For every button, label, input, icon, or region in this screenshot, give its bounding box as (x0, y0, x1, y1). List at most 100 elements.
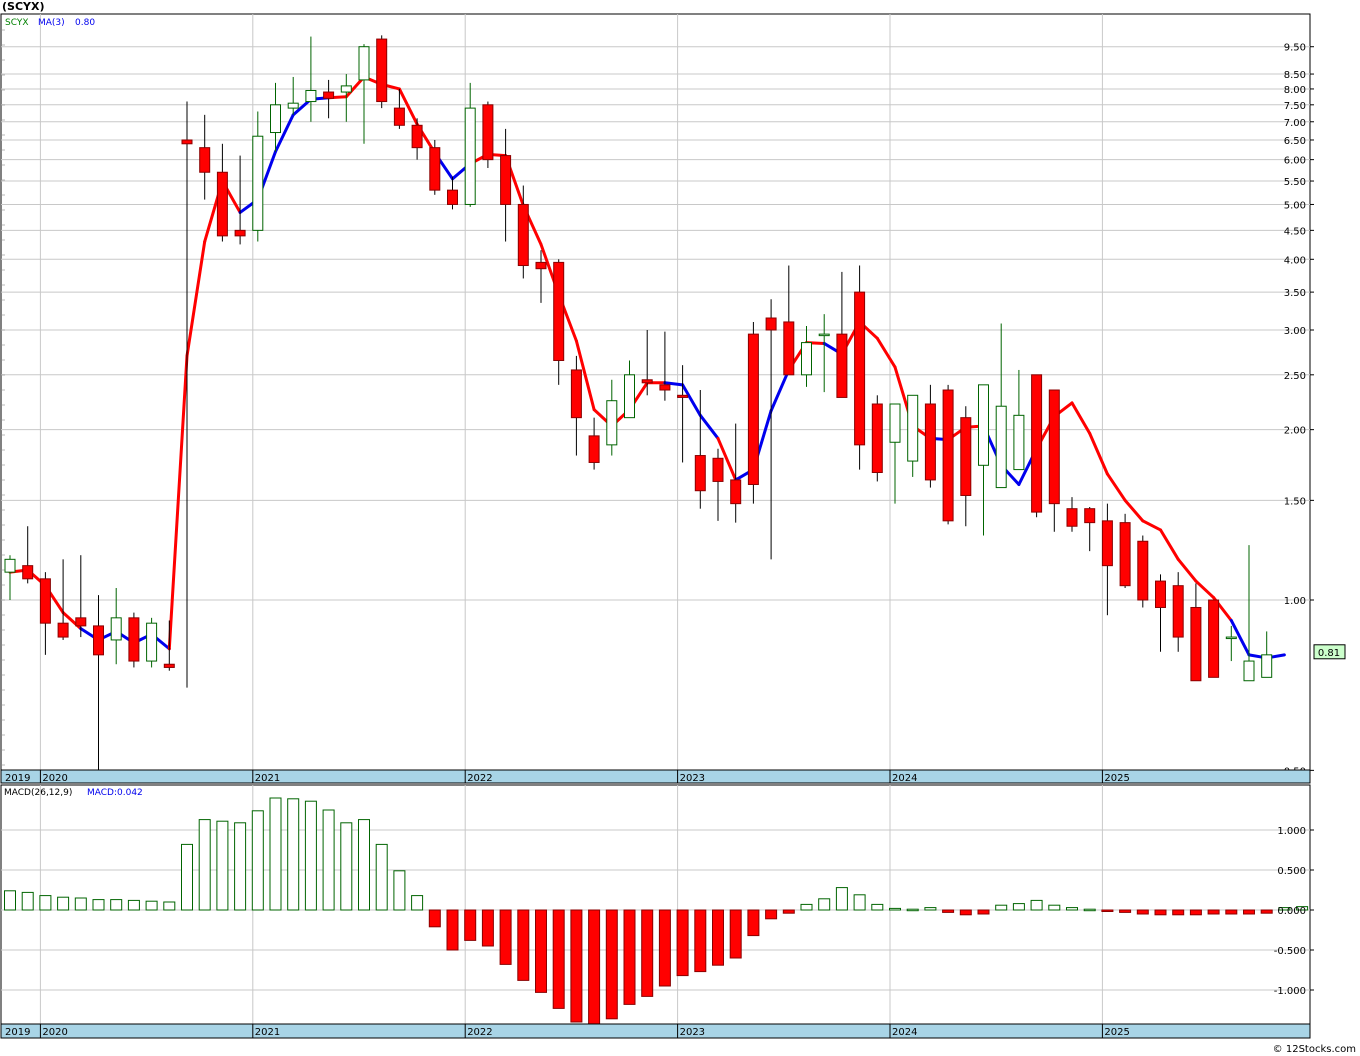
candle (1031, 374, 1043, 518)
macd-bar-negative (464, 909, 477, 941)
year-label: 2021 (255, 773, 280, 784)
year-label: 2023 (680, 1027, 705, 1038)
candle-body-down (128, 617, 140, 662)
macd-bar-negative (641, 909, 654, 997)
price-tick-label: 6.00 (1284, 156, 1306, 167)
price-tick-label: 1.00 (1284, 596, 1306, 607)
macd-bar-positive (234, 822, 247, 911)
candle (1208, 599, 1220, 678)
macd-tick-label: 0.000 (1277, 906, 1306, 917)
candle-body-down (323, 91, 335, 99)
candle-body-down (942, 389, 954, 522)
candle-body-up (305, 89, 317, 103)
price-tick-label: 5.50 (1284, 177, 1306, 188)
macd-bar-negative (1207, 909, 1220, 915)
candle-body-down (411, 124, 423, 149)
price-panel-frame (0, 13, 1311, 772)
candle-body-up (287, 102, 299, 109)
macd-bar-negative (977, 909, 990, 915)
candle-body-down (39, 578, 51, 624)
candle-body-down (659, 384, 671, 391)
macd-bar-positive (411, 895, 424, 911)
candle-body-down (1048, 389, 1060, 505)
candle-body-down (181, 139, 193, 145)
candle-body-down (694, 455, 706, 492)
candle (128, 612, 140, 668)
macd-bar-positive (924, 907, 937, 911)
macd-bar-positive (1030, 899, 1043, 911)
last-price-label: 0.81 (1318, 648, 1340, 659)
candle (146, 617, 158, 668)
candle-body-up (995, 405, 1007, 489)
macd-bar-negative (1119, 909, 1132, 913)
candle-body-down (1137, 540, 1149, 601)
candle (1119, 513, 1131, 589)
candle-body-down (871, 403, 883, 473)
price-tick-label: 4.50 (1284, 226, 1306, 237)
price-tick-label: 3.50 (1284, 288, 1306, 299)
candle-body-up (270, 104, 281, 134)
candle-body-down (376, 38, 388, 103)
macd-bar-negative (499, 909, 512, 965)
macd-legend-value: MACD:0.042 (87, 788, 143, 798)
candle-body-down (924, 403, 936, 481)
candle-body-up (146, 622, 158, 662)
macd-tick-label: 1.000 (1277, 826, 1306, 837)
macd-bar-negative (1243, 909, 1255, 915)
year-label: 2019 (5, 1027, 30, 1038)
macd-bar-positive (889, 907, 901, 911)
candle-body-up (818, 333, 830, 337)
macd-bar-positive (835, 887, 848, 911)
candle (854, 265, 866, 470)
chart-svg: 9.50 8.50 8.00 7.50 7.00 6.50 6.00 5.50 5.00 4.50… (0, 13, 1346, 1039)
candle (747, 321, 759, 504)
macd-bar-negative (959, 909, 972, 916)
macd-bar-negative (1172, 909, 1185, 916)
macd-bar-positive (163, 901, 176, 911)
macd-bar-negative (481, 909, 494, 947)
candle-body-down (1066, 508, 1078, 527)
candle-body-down (234, 229, 246, 237)
year-label: 2025 (1104, 773, 1129, 784)
macd-bar-negative (1189, 909, 1202, 916)
year-label: 2024 (892, 1027, 917, 1038)
macd-bar-positive (4, 890, 16, 911)
candle-body-down (535, 261, 547, 270)
candle-body-down (836, 333, 848, 398)
macd-bar-positive (1012, 903, 1025, 911)
macd-bar-positive (269, 797, 282, 911)
candle-body-down (783, 321, 795, 376)
candle-body-down (553, 261, 565, 361)
year-label: 2019 (5, 773, 30, 784)
macd-bar-negative (552, 909, 565, 1009)
candle-body-down (677, 394, 689, 398)
candle-body-down (1101, 520, 1113, 567)
candle-body-down (1031, 374, 1043, 513)
macd-bar-positive (1083, 908, 1096, 912)
candle-body-down (1190, 606, 1202, 682)
candle-body-down (447, 189, 458, 205)
price-tick-label: 5.00 (1284, 200, 1306, 211)
macd-bar-negative (1225, 909, 1238, 915)
candle (429, 139, 441, 195)
macd-bar-negative (765, 909, 778, 920)
year-label: 2024 (892, 773, 917, 784)
macd-bar-positive (1066, 907, 1078, 911)
macd-bar-positive (92, 899, 105, 911)
candle-body-down (1084, 508, 1096, 524)
year-label: 2022 (467, 773, 492, 784)
legend-ma-label: MA(3) (38, 18, 65, 28)
candle-body-up (252, 135, 264, 231)
candle (376, 35, 388, 109)
macd-legend-label: MACD(26,12,9) (4, 788, 72, 798)
candle (871, 395, 883, 482)
macd-bar-positive (74, 897, 87, 911)
year-label: 2020 (42, 1027, 67, 1038)
macd-bar-positive (800, 903, 813, 911)
macd-bar-positive (57, 896, 70, 911)
price-tick-label: 3.00 (1284, 326, 1306, 337)
last-price-marker: 0.81 (1313, 644, 1346, 660)
candle-body-down (570, 369, 582, 419)
macd-bar-positive (304, 800, 317, 911)
macd-bar-negative (694, 909, 707, 973)
